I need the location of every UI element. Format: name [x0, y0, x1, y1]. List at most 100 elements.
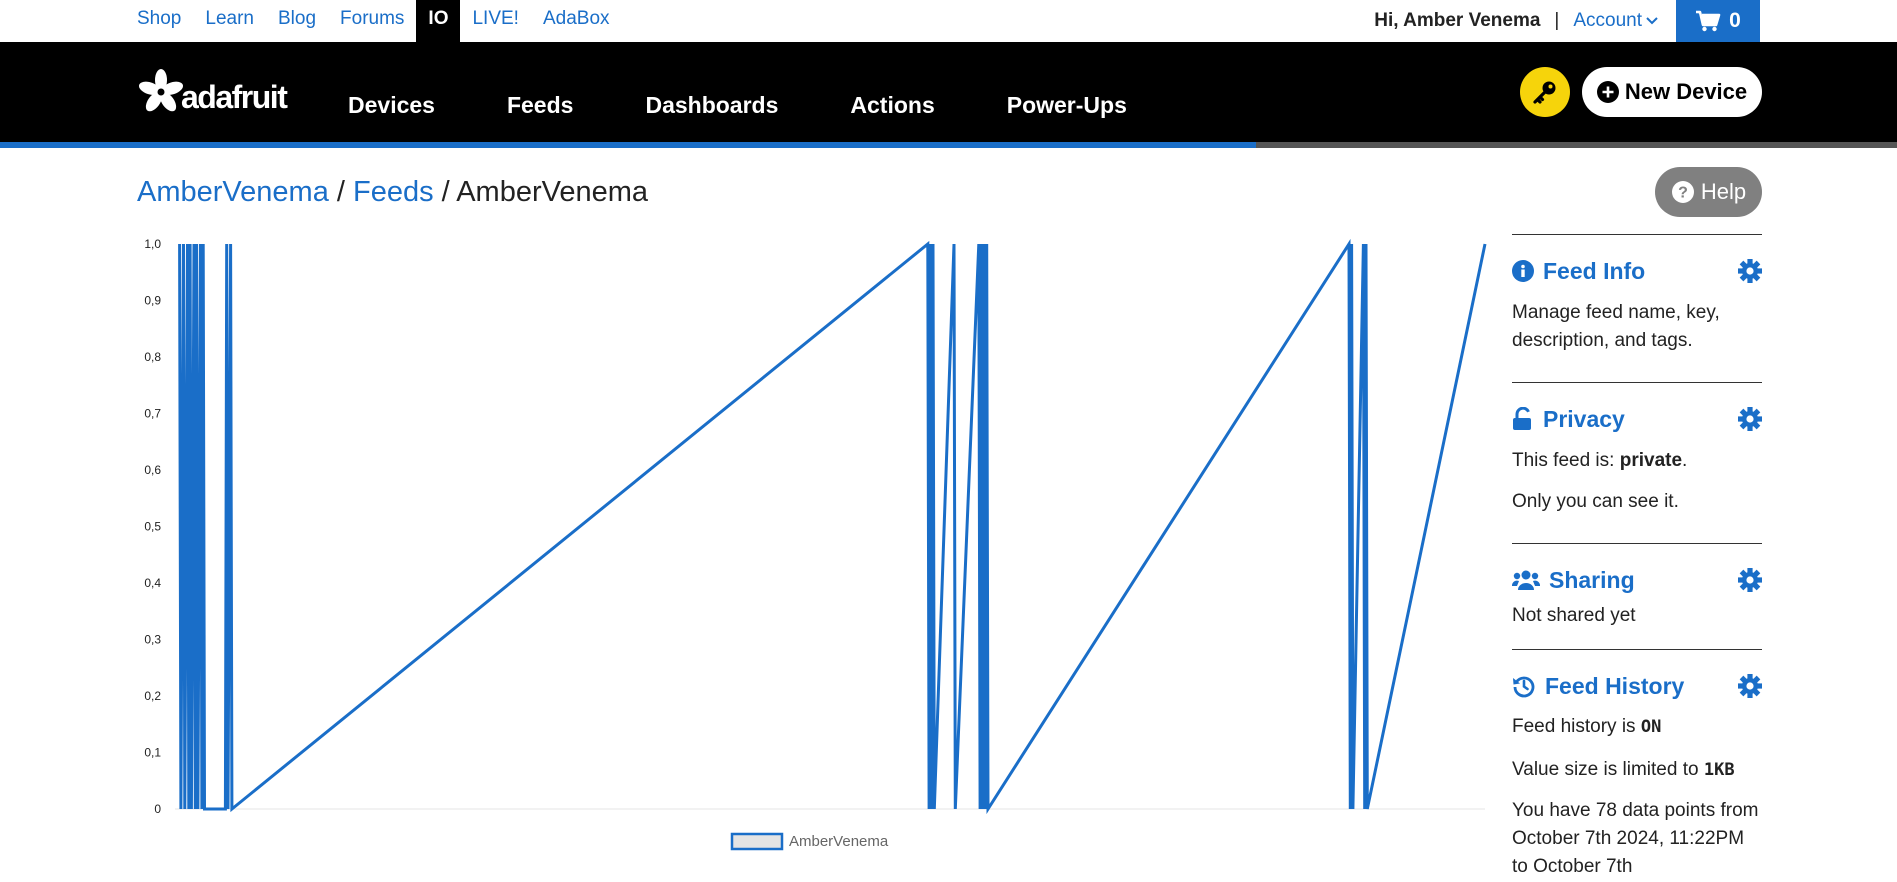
- user-greeting: Hi, Amber Venema: [1374, 10, 1541, 31]
- data-points-text: You have 78 data points from October 7th…: [1512, 800, 1759, 877]
- y-tick-label: 0,8: [144, 350, 161, 364]
- unlock-icon: [1513, 407, 1531, 430]
- legend-swatch: [730, 832, 784, 851]
- sharing-label: Sharing: [1549, 566, 1635, 593]
- gear-icon[interactable]: [1738, 407, 1762, 431]
- nav-adabox-link[interactable]: AdaBox: [531, 0, 622, 42]
- nav-io-link[interactable]: IO: [416, 0, 461, 42]
- privacy-section: Privacy This feed is: private. Only you …: [1512, 382, 1762, 543]
- nav-forums-link[interactable]: Forums: [328, 0, 416, 42]
- y-tick-label: 0,4: [144, 576, 161, 590]
- new-device-button[interactable]: New Device: [1582, 67, 1762, 117]
- help-button[interactable]: ? Help: [1655, 167, 1762, 217]
- users-icon: [1512, 570, 1540, 590]
- help-label: Help: [1700, 179, 1747, 204]
- flower-logo-icon: [138, 68, 184, 111]
- nav-dashboards[interactable]: Dashboards: [645, 92, 778, 119]
- question-circle-icon: ?: [1671, 181, 1694, 203]
- nav-devices[interactable]: Devices: [348, 92, 435, 119]
- main-nav: Devices Feeds Dashboards Actions Power-U…: [348, 92, 1199, 119]
- breadcrumb-separator: /: [433, 176, 457, 208]
- plus-circle-icon: [1596, 81, 1619, 103]
- progress-bar: [0, 142, 1897, 148]
- user-area: Hi, Amber Venema | Account 0: [1374, 0, 1760, 42]
- breadcrumb-current: AmberVenema: [456, 176, 649, 208]
- feed-info-title[interactable]: Feed Info: [1512, 258, 1645, 285]
- nav-feeds[interactable]: Feeds: [507, 92, 573, 119]
- series-line-ambervenema: [178, 238, 1487, 815]
- progress-fill: [0, 142, 1256, 148]
- privacy-suffix: .: [1682, 450, 1688, 471]
- nav-learn-link[interactable]: Learn: [193, 0, 266, 42]
- history-prefix: Feed history is: [1512, 716, 1641, 737]
- chart-legend[interactable]: AmberVenema: [730, 832, 889, 851]
- key-icon: [1533, 81, 1556, 104]
- breadcrumb: AmberVenema / Feeds / AmberVenema: [137, 176, 648, 209]
- adafruit-logo[interactable]: adafruit: [137, 67, 288, 116]
- sharing-status-text: Not shared yet: [1512, 605, 1636, 626]
- divider: |: [1554, 10, 1560, 31]
- svg-text:?: ?: [1678, 185, 1688, 202]
- breadcrumb-feeds-link[interactable]: Feeds: [353, 176, 434, 208]
- nav-blog-link[interactable]: Blog: [266, 0, 328, 42]
- nav-live-link[interactable]: LIVE!: [460, 0, 530, 42]
- nav-shop-link[interactable]: Shop: [137, 0, 193, 42]
- sharing-section: Sharing Not shared yet: [1512, 543, 1762, 649]
- feed-history-header: Feed History: [1512, 672, 1762, 700]
- new-device-label: New Device: [1624, 79, 1748, 104]
- feed-info-header: Feed Info: [1512, 257, 1762, 285]
- feed-info-label: Feed Info: [1543, 257, 1646, 284]
- account-label: Account: [1573, 10, 1642, 31]
- feed-info-description: Manage feed name, key, description, and …: [1512, 302, 1720, 351]
- value-size-text: Value size is limited to 1KB: [1512, 756, 1762, 784]
- main-header: adafruit Devices Feeds Dashboards Action…: [0, 42, 1897, 142]
- value-size-limit: 1KB: [1703, 760, 1735, 780]
- cart-icon: [1696, 10, 1721, 32]
- feed-history-status-text: Feed history is ON: [1512, 713, 1762, 741]
- history-status: ON: [1640, 717, 1662, 737]
- y-axis: 0 0,1 0,2 0,3 0,4 0,5 0,6 0,7 0,8 0,9 1,0: [144, 237, 161, 816]
- feed-history-section: Feed History Feed history is ON Value si…: [1512, 649, 1762, 881]
- info-circle-icon: [1512, 260, 1534, 282]
- privacy-label: Privacy: [1543, 405, 1625, 432]
- feed-history-label: Feed History: [1545, 672, 1685, 699]
- y-tick-label: 0,7: [144, 407, 161, 421]
- privacy-visibility-text: Only you can see it.: [1512, 491, 1679, 512]
- feed-side-panel: Feed Info Manage feed name, key, descrip…: [1512, 234, 1762, 881]
- nav-power-ups[interactable]: Power-Ups: [1007, 92, 1127, 119]
- y-tick-label: 0,9: [144, 294, 161, 308]
- y-tick-label: 0,1: [144, 746, 161, 760]
- breadcrumb-separator: /: [328, 176, 353, 208]
- logo-wordmark: adafruit: [181, 79, 288, 115]
- sharing-header: Sharing: [1512, 566, 1762, 594]
- history-icon: [1513, 676, 1535, 698]
- privacy-prefix: This feed is:: [1512, 450, 1620, 471]
- top-nav: Shop Learn Blog Forums IO LIVE! AdaBox: [137, 0, 622, 42]
- privacy-status: private: [1619, 450, 1683, 471]
- cart-button[interactable]: 0: [1676, 0, 1760, 42]
- breadcrumb-user-link[interactable]: AmberVenema: [137, 176, 329, 208]
- y-tick-label: 1,0: [144, 237, 161, 251]
- y-tick-label: 0,6: [144, 463, 161, 477]
- gear-icon[interactable]: [1738, 259, 1762, 283]
- sharing-title[interactable]: Sharing: [1512, 567, 1635, 594]
- top-bar: Shop Learn Blog Forums IO LIVE! AdaBox H…: [0, 0, 1897, 42]
- feed-history-title[interactable]: Feed History: [1512, 673, 1684, 700]
- account-menu[interactable]: Account: [1573, 10, 1658, 32]
- legend-label: AmberVenema: [789, 833, 889, 850]
- y-tick-label: 0,5: [144, 520, 161, 534]
- feed-line-chart: 0 0,1 0,2 0,3 0,4 0,5 0,6 0,7 0,8 0,9 1,0 AmberVen…: [144, 237, 1487, 851]
- privacy-status-text: This feed is: private.: [1512, 447, 1762, 475]
- y-tick-label: 0,3: [144, 633, 161, 647]
- y-tick-label: 0,2: [144, 689, 161, 703]
- nav-actions[interactable]: Actions: [850, 92, 934, 119]
- y-tick-label: 0: [154, 802, 161, 816]
- gear-icon[interactable]: [1738, 568, 1762, 592]
- value-size-prefix: Value size is limited to: [1512, 759, 1704, 780]
- privacy-title[interactable]: Privacy: [1512, 406, 1625, 433]
- feed-info-section: Feed Info Manage feed name, key, descrip…: [1512, 234, 1762, 382]
- cart-count: 0: [1729, 9, 1741, 32]
- api-key-button[interactable]: [1520, 67, 1570, 117]
- privacy-header: Privacy: [1512, 405, 1762, 433]
- gear-icon[interactable]: [1738, 674, 1762, 698]
